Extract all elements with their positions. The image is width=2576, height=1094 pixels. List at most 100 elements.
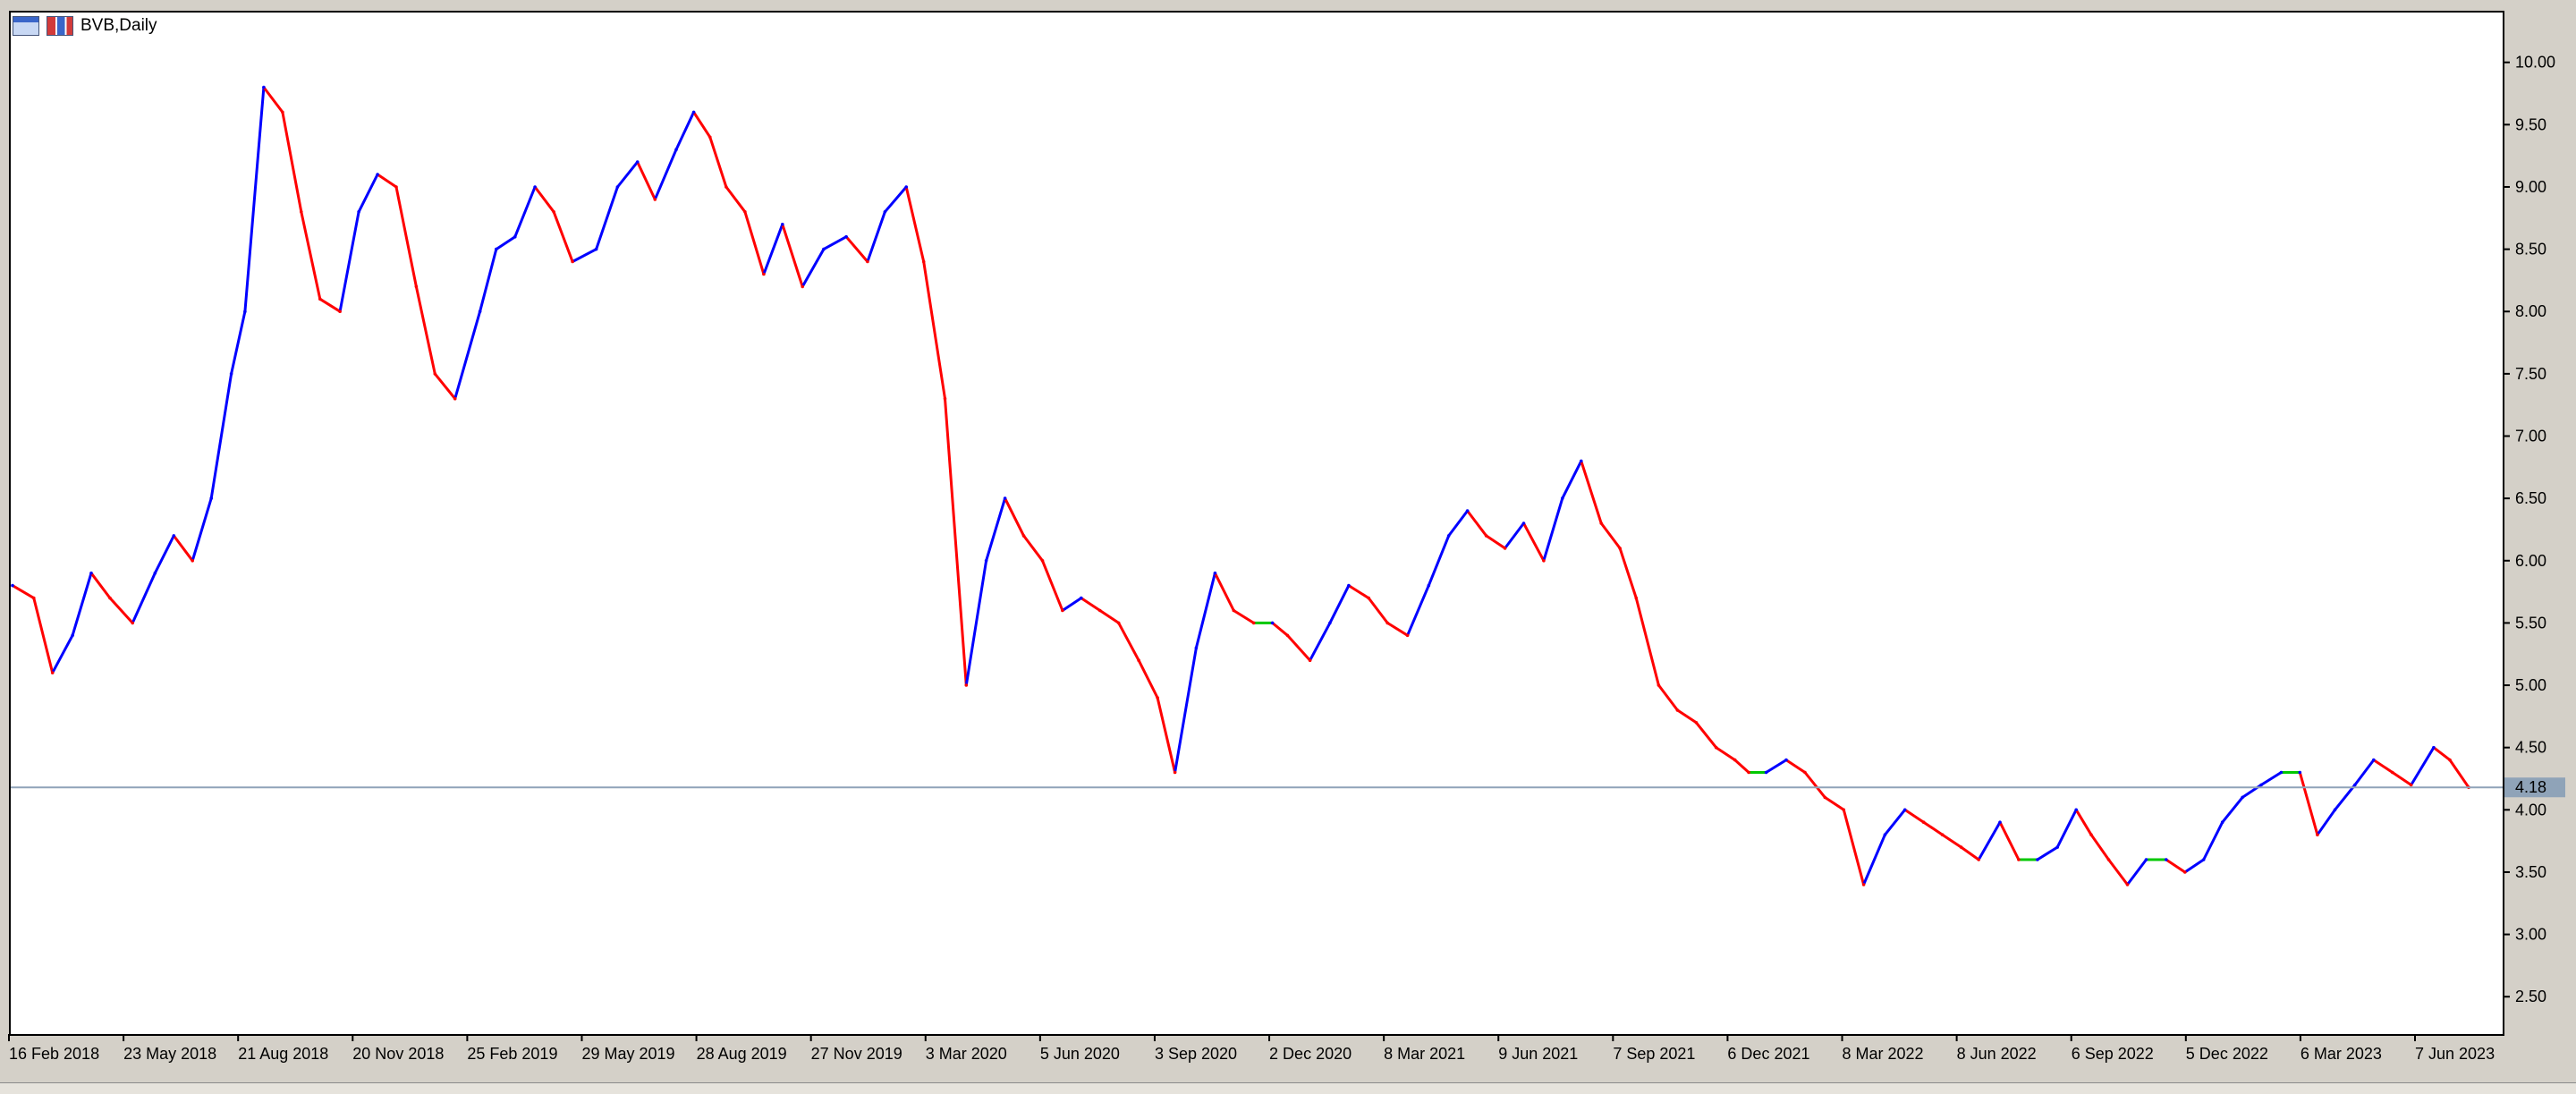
price-point-114 bbox=[2201, 858, 2206, 861]
price-segment-60 bbox=[1156, 696, 1177, 774]
price-segment-80 bbox=[1542, 496, 1564, 563]
bar-chart-icon[interactable] bbox=[47, 16, 73, 36]
price-segment-64 bbox=[1232, 609, 1256, 624]
price-segment-32 bbox=[615, 160, 640, 189]
price-segment-25 bbox=[479, 248, 498, 313]
price-segment-39 bbox=[743, 210, 766, 276]
price-segment-44 bbox=[844, 235, 869, 263]
price-segment-35 bbox=[674, 110, 696, 151]
price-segment-88 bbox=[1694, 721, 1718, 750]
price-segment-62 bbox=[1194, 572, 1216, 649]
price-segment-36 bbox=[692, 110, 712, 139]
y-tick-label-1: 9.50 bbox=[2515, 115, 2546, 133]
price-segment-115 bbox=[2202, 820, 2224, 861]
price-point-97 bbox=[1883, 833, 1887, 836]
price-segment-111 bbox=[2126, 858, 2148, 886]
y-tick-label-11: 4.50 bbox=[2515, 739, 2546, 757]
price-segment-128 bbox=[2448, 759, 2470, 789]
price-point-54 bbox=[1061, 608, 1064, 613]
price-point-93 bbox=[1803, 770, 1807, 775]
price-segment-63 bbox=[1213, 572, 1235, 612]
x-tick-label-10: 3 Sep 2020 bbox=[1155, 1045, 1237, 1063]
price-segment-121 bbox=[2316, 808, 2336, 836]
x-tick-label-0: 16 Feb 2018 bbox=[9, 1045, 99, 1063]
y-tick-label-0: 10.00 bbox=[2515, 54, 2555, 72]
price-segment-17 bbox=[318, 297, 342, 313]
price-point-26 bbox=[513, 234, 517, 239]
price-segment-94 bbox=[1803, 771, 1826, 799]
price-point-117 bbox=[2259, 783, 2263, 787]
price-segment-83 bbox=[1599, 522, 1622, 550]
price-point-62 bbox=[1213, 571, 1217, 575]
price-point-66 bbox=[1285, 633, 1290, 638]
price-point-49 bbox=[964, 683, 969, 687]
x-tick-label-19: 5 Dec 2022 bbox=[2186, 1045, 2268, 1063]
price-segment-85 bbox=[1634, 597, 1660, 687]
price-segment-9 bbox=[172, 534, 194, 563]
price-point-58 bbox=[1137, 658, 1140, 662]
price-segment-4 bbox=[71, 572, 93, 637]
price-point-36 bbox=[708, 135, 712, 140]
price-segment-15 bbox=[281, 110, 303, 214]
price-segment-50 bbox=[964, 559, 988, 687]
price-point-45 bbox=[883, 210, 887, 214]
price-point-108 bbox=[2089, 833, 2093, 836]
price-point-1 bbox=[32, 596, 36, 600]
price-point-48 bbox=[943, 396, 947, 401]
price-point-67 bbox=[1308, 658, 1312, 662]
price-segment-86 bbox=[1657, 683, 1679, 712]
window-icon[interactable] bbox=[13, 16, 39, 36]
price-point-64 bbox=[1251, 621, 1256, 625]
price-point-28 bbox=[552, 210, 555, 214]
x-tick-label-14: 7 Sep 2021 bbox=[1613, 1045, 1695, 1063]
price-point-51 bbox=[1003, 496, 1007, 500]
price-point-110 bbox=[2125, 883, 2130, 886]
price-segment-21 bbox=[394, 185, 418, 288]
price-segment-30 bbox=[571, 248, 598, 263]
price-point-116 bbox=[2241, 795, 2244, 800]
price-point-15 bbox=[300, 210, 303, 214]
price-point-12 bbox=[243, 310, 247, 314]
price-segment-58 bbox=[1117, 621, 1140, 662]
price-chart[interactable]: 10.00 9.50 9.00 8.50 8.00 7.50 7.00 6.50 6.00 5.5… bbox=[0, 0, 2576, 1093]
price-point-115 bbox=[2220, 820, 2224, 824]
price-point-83 bbox=[1618, 547, 1622, 550]
y-tick-label-10: 5.00 bbox=[2515, 676, 2546, 694]
price-point-121 bbox=[2333, 808, 2337, 812]
price-point-124 bbox=[2391, 770, 2394, 775]
price-point-56 bbox=[1098, 608, 1102, 613]
price-segment-54 bbox=[1041, 559, 1064, 612]
price-segment-10 bbox=[191, 496, 213, 563]
x-tick-label-15: 6 Dec 2021 bbox=[1727, 1045, 1809, 1063]
price-point-8 bbox=[172, 534, 176, 538]
x-tick-label-9: 5 Jun 2020 bbox=[1040, 1045, 1120, 1063]
price-point-0 bbox=[11, 583, 14, 588]
price-segment-52 bbox=[1004, 496, 1025, 538]
price-point-14 bbox=[281, 110, 284, 114]
x-tick-label-3: 20 Nov 2018 bbox=[352, 1045, 444, 1063]
price-point-84 bbox=[1634, 596, 1639, 600]
price-segment-37 bbox=[708, 135, 728, 189]
price-point-3 bbox=[71, 633, 74, 638]
bottom-tab-strip bbox=[0, 1082, 2576, 1094]
x-tick-label-11: 2 Dec 2020 bbox=[1269, 1045, 1352, 1063]
price-segment-20 bbox=[376, 173, 398, 189]
price-segment-43 bbox=[822, 235, 848, 251]
price-point-88 bbox=[1714, 745, 1718, 750]
price-segment-93 bbox=[1784, 759, 1807, 774]
price-segment-22 bbox=[414, 284, 436, 376]
y-tick-label-5: 7.50 bbox=[2515, 365, 2546, 383]
price-segment-3 bbox=[51, 633, 74, 674]
price-point-42 bbox=[822, 247, 826, 251]
price-point-32 bbox=[635, 160, 640, 164]
price-segment-2 bbox=[32, 597, 55, 674]
price-point-95 bbox=[1842, 808, 1846, 812]
price-segment-123 bbox=[2353, 759, 2376, 786]
price-segment-66 bbox=[1271, 621, 1289, 637]
price-segment-78 bbox=[1504, 522, 1525, 550]
price-segment-84 bbox=[1618, 547, 1638, 600]
price-point-78 bbox=[1521, 522, 1526, 525]
x-tick-label-8: 3 Mar 2020 bbox=[926, 1045, 1007, 1063]
price-segment-51 bbox=[985, 496, 1007, 563]
price-point-112 bbox=[2165, 858, 2168, 861]
